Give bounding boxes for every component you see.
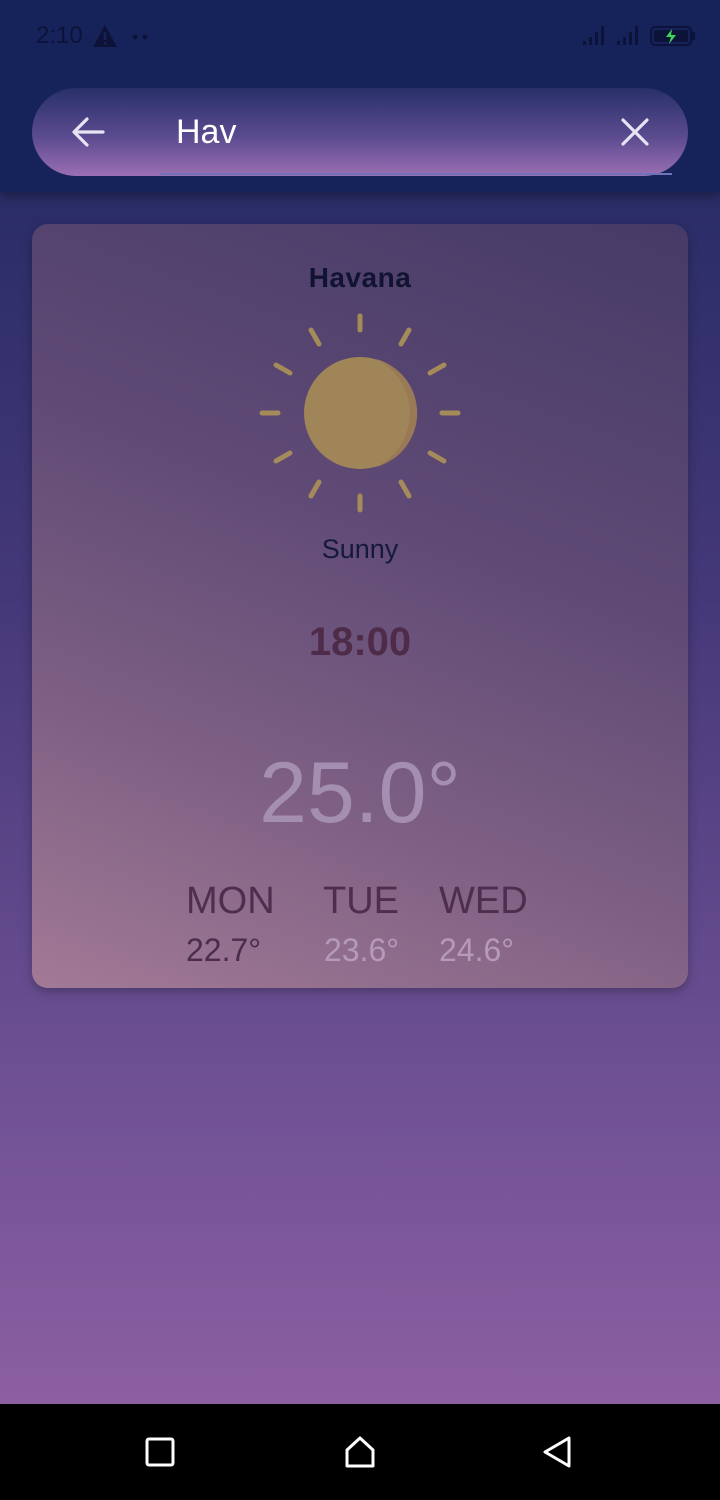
more-notifications-icon [132, 34, 148, 40]
forecast-temp-mon: 22.7° [186, 932, 262, 968]
close-icon [621, 118, 649, 146]
home-icon[interactable] [338, 1430, 382, 1474]
status-time: 2:10 [36, 22, 83, 49]
weather-card[interactable]: Havana Sunny 18:00 25.0° MON 22.7° TUE 2… [32, 224, 688, 988]
warning-icon [93, 25, 117, 47]
search-input[interactable] [176, 106, 576, 158]
arrow-left-icon [72, 117, 105, 147]
forecast-time: 18:00 [308, 620, 412, 664]
weather-condition: Sunny [321, 534, 399, 564]
search-bar [32, 88, 688, 176]
back-button[interactable] [64, 110, 112, 154]
app-bar: 2:10 [0, 0, 720, 192]
forecast-temp-tue: 23.6° [324, 932, 400, 968]
battery-charging-icon [650, 26, 695, 46]
signal-icon-2 [617, 26, 638, 45]
search-underline [160, 173, 672, 175]
forecast-day-mon: MON [186, 880, 275, 922]
recent-apps-icon[interactable] [138, 1430, 182, 1474]
forecast-temp-wed: 24.6° [439, 932, 515, 968]
status-bar: 2:10 [0, 0, 720, 72]
forecast-day-wed: WED [439, 880, 528, 922]
city-name: Havana [308, 262, 412, 293]
sun-icon [259, 313, 461, 513]
signal-icon [583, 26, 604, 45]
back-nav-icon[interactable] [536, 1430, 580, 1474]
forecast-day-tue: TUE [323, 880, 399, 922]
navigation-bar [0, 1404, 720, 1500]
current-temperature: 25.0° [259, 745, 461, 841]
clear-search-button[interactable] [612, 110, 658, 154]
